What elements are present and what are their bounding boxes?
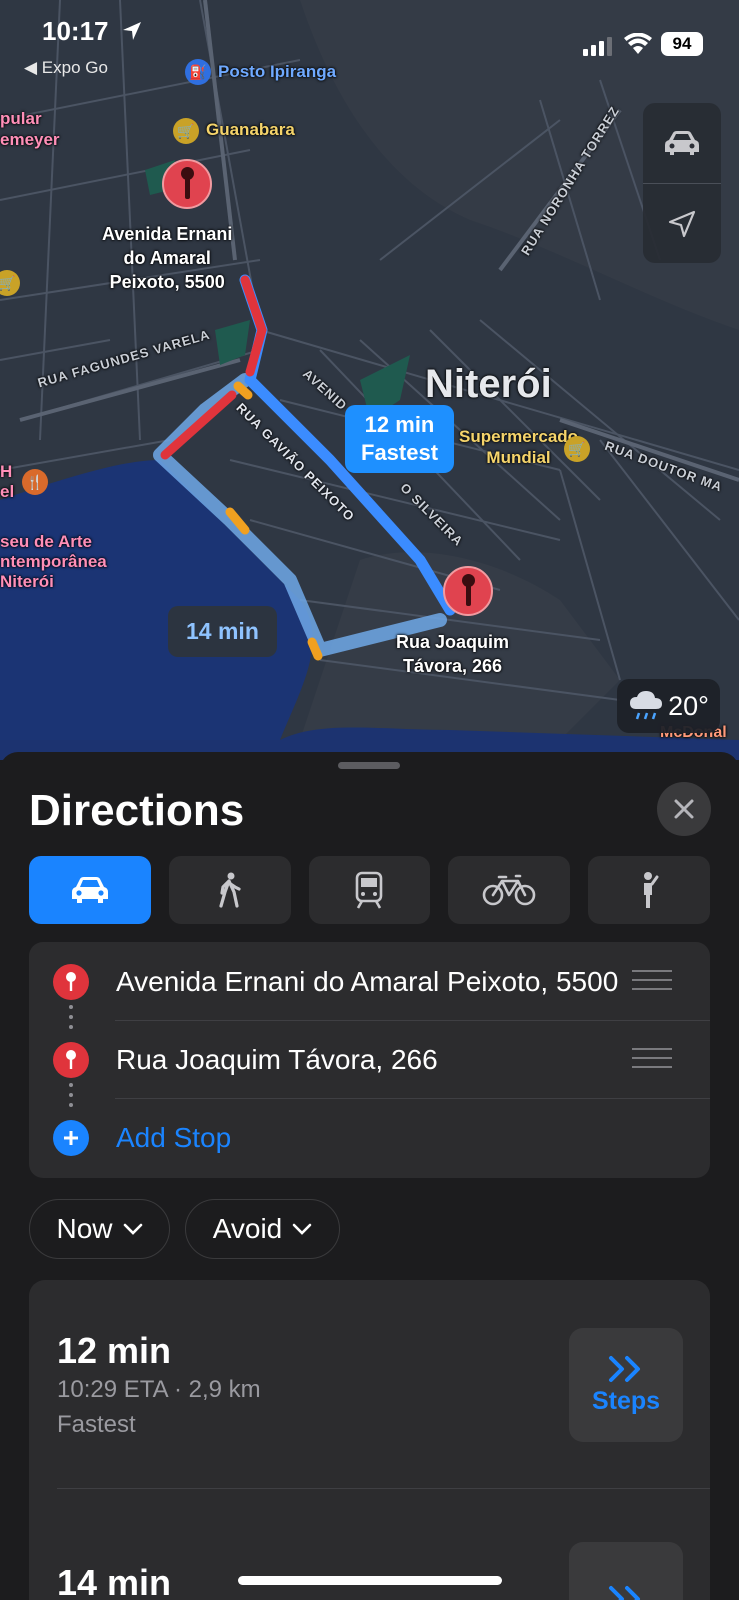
- location-arrow-icon: [668, 210, 696, 238]
- status-bar: 10:17 ◀ Expo Go 94: [0, 0, 739, 90]
- city-label: Niterói: [425, 362, 552, 406]
- add-stop-label: Add Stop: [116, 1122, 232, 1153]
- sheet-grabber[interactable]: [338, 762, 400, 769]
- rain-cloud-icon: [630, 691, 663, 720]
- stop-destination-text: Rua Joaquim Távora, 266: [116, 1044, 438, 1075]
- poi-supermercado[interactable]: Supermercado Mundial: [459, 426, 578, 468]
- stop-origin-text: Avenida Ernani do Amaral Peixoto, 5500: [116, 966, 619, 997]
- route-options-list: 12 min 10:29 ETA · 2,9 km Fastest Steps …: [29, 1280, 710, 1600]
- double-chevron-right-icon: [609, 1586, 640, 1600]
- poi-guanabara[interactable]: Guanabara: [206, 120, 295, 140]
- route-stops-list: Avenida Ernani do Amaral Peixoto, 5500 R…: [29, 942, 710, 1178]
- close-button[interactable]: [657, 782, 711, 836]
- route-tag: Fastest: [57, 1411, 136, 1438]
- chevron-down-icon: [123, 1223, 142, 1235]
- mode-walk-button[interactable]: [168, 856, 291, 924]
- stop-origin[interactable]: Avenida Ernani do Amaral Peixoto, 5500: [29, 942, 710, 1020]
- avoid-chip[interactable]: Avoid: [185, 1199, 340, 1259]
- avoid-label: Avoid: [212, 1213, 283, 1244]
- rideshare-icon: [644, 872, 659, 908]
- selected-route-time: 12 min: [364, 412, 435, 437]
- directions-sheet: Directions Avenida Ernani do Amaral Peix…: [0, 752, 739, 1600]
- poi-hotel[interactable]: H el: [0, 462, 14, 502]
- steps-label: Steps: [591, 1386, 661, 1415]
- pin-icon: [53, 964, 89, 1000]
- destination-pin[interactable]: [443, 566, 493, 616]
- chevron-down-icon: [292, 1223, 312, 1235]
- origin-label: Avenida Ernani do Amaral Peixoto, 5500: [102, 224, 233, 292]
- map-view[interactable]: ⛽ Posto Ipiranga 🛒 Guanabara pular emeye…: [0, 0, 739, 760]
- map-mode-button[interactable]: [643, 103, 721, 183]
- reorder-handle-icon[interactable]: [632, 970, 672, 997]
- walk-icon: [219, 872, 241, 908]
- mode-rideshare-button[interactable]: [588, 856, 710, 924]
- restaurant-icon[interactable]: 🍴: [22, 469, 48, 495]
- origin-pin[interactable]: [162, 159, 212, 209]
- steps-button[interactable]: Steps: [569, 1328, 683, 1442]
- cart-icon-mundial[interactable]: 🛒: [564, 436, 590, 462]
- mode-transit-button[interactable]: [308, 856, 431, 924]
- weather-temp: 20°: [668, 690, 709, 721]
- pin-icon: [53, 1042, 89, 1078]
- route-duration: 12 min: [57, 1330, 172, 1371]
- transit-icon: [356, 871, 383, 909]
- reorder-handle-icon[interactable]: [632, 1048, 672, 1075]
- poi-museu[interactable]: seu de Arte ntemporânea Niterói: [0, 532, 107, 592]
- add-stop-button[interactable]: Add Stop: [29, 1098, 710, 1176]
- depart-time-chip[interactable]: Now: [29, 1199, 170, 1259]
- bike-icon: [482, 874, 536, 906]
- cart-icon[interactable]: 🛒: [173, 118, 199, 144]
- mode-bike-button[interactable]: [448, 856, 571, 924]
- route-option[interactable]: 12 min 10:29 ETA · 2,9 km Fastest Steps: [29, 1280, 710, 1488]
- car-icon: [71, 877, 108, 903]
- signal-icon: [583, 37, 612, 56]
- selected-route-bubble[interactable]: 12 min Fastest: [345, 405, 455, 473]
- now-label: Now: [56, 1213, 113, 1244]
- location-services-icon: [123, 22, 141, 40]
- poi-popular[interactable]: pular emeyer: [0, 108, 60, 150]
- stop-destination[interactable]: Rua Joaquim Távora, 266: [29, 1020, 710, 1098]
- mode-drive-button[interactable]: [29, 856, 151, 924]
- weather-widget[interactable]: 20°: [617, 679, 720, 733]
- car-icon: [665, 131, 699, 155]
- route-duration: 14 min: [57, 1562, 172, 1600]
- sheet-title: Directions: [29, 786, 245, 835]
- close-icon: [674, 799, 694, 819]
- locate-button[interactable]: [643, 184, 721, 264]
- double-chevron-right-icon: [609, 1355, 640, 1382]
- wifi-icon: [624, 33, 652, 54]
- battery-indicator: 94: [661, 32, 703, 56]
- steps-button[interactable]: [569, 1542, 683, 1600]
- map-base: [0, 0, 739, 760]
- route-eta-distance: 10:29 ETA · 2,9 km: [57, 1376, 261, 1403]
- selected-route-label: Fastest: [361, 440, 439, 465]
- alt-route-bubble[interactable]: 14 min: [168, 606, 277, 657]
- transport-mode-selector: [29, 856, 710, 924]
- plus-icon: [53, 1120, 89, 1156]
- map-controls: [643, 103, 721, 263]
- home-indicator[interactable]: [238, 1576, 502, 1585]
- destination-label: Rua Joaquim Távora, 266: [396, 632, 510, 676]
- status-time: 10:17: [42, 16, 109, 46]
- back-to-app-link[interactable]: ◀ Expo Go: [24, 58, 108, 78]
